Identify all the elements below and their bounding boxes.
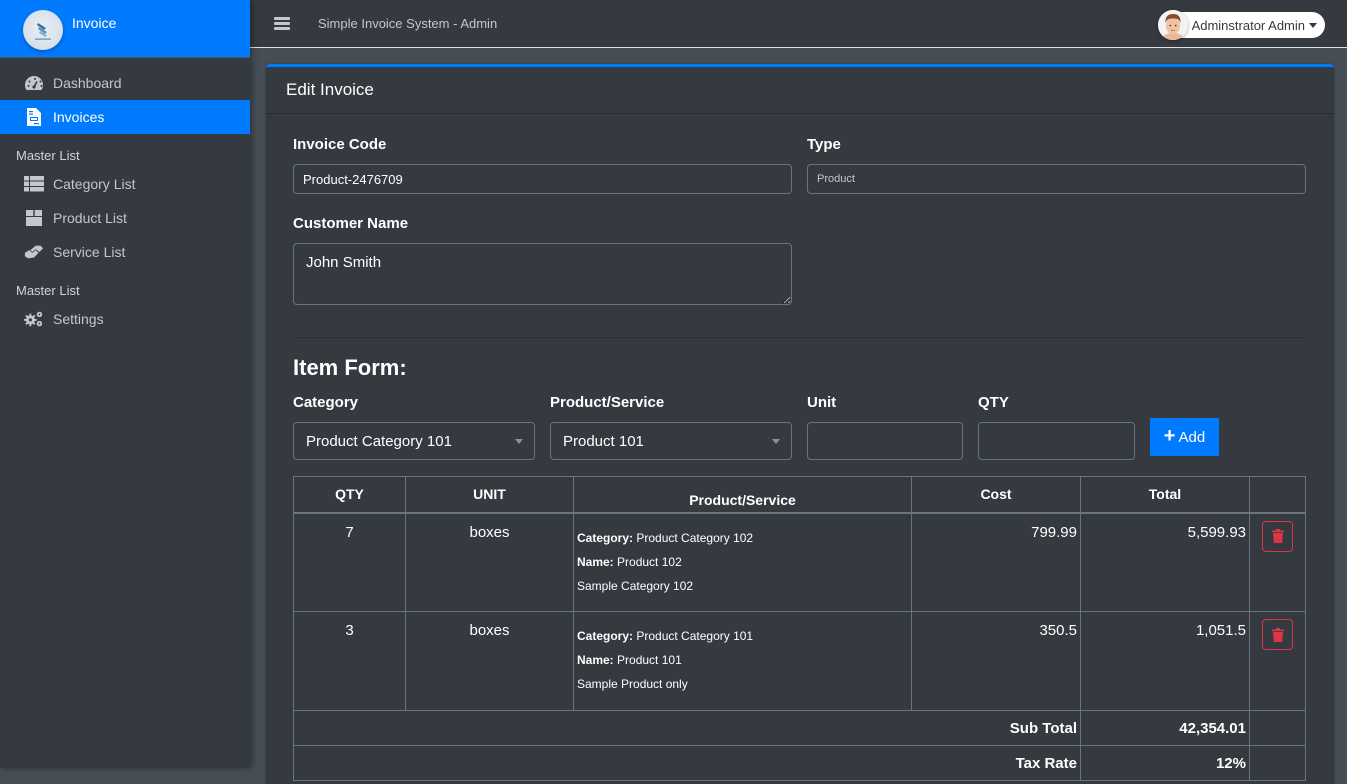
category-label: Category xyxy=(293,394,359,411)
sidebar-item-category-list[interactable]: Category List xyxy=(0,167,250,201)
delete-item-button[interactable] xyxy=(1262,520,1293,552)
trash-icon xyxy=(1271,529,1284,543)
col-header-unit: UNIT xyxy=(405,476,574,514)
sidebar-item-settings[interactable]: Settings xyxy=(0,302,250,336)
subtotal-row: Sub Total 42,354.01 xyxy=(293,710,1306,746)
qty-input[interactable] xyxy=(978,422,1135,460)
sidebar: Invoice Dashboard Invoices Master List C… xyxy=(0,0,250,768)
cell-cost: 799.99 xyxy=(911,512,1081,612)
tax-rate-row: Tax Rate 12% xyxy=(293,745,1306,781)
subtotal-empty xyxy=(1249,710,1306,746)
sidebar-item-label: Product List xyxy=(53,210,127,226)
add-item-button[interactable]: + Add xyxy=(1150,418,1219,456)
product-description-line: Sample Product only xyxy=(577,677,688,691)
plus-icon: + xyxy=(1163,425,1176,447)
tachometer-icon xyxy=(24,73,44,93)
subtotal-label: Sub Total xyxy=(293,710,1081,746)
chevron-down-icon xyxy=(515,439,523,444)
sidebar-item-label: Service List xyxy=(53,244,126,260)
sidebar-item-label: Category List xyxy=(53,176,136,192)
unit-label: Unit xyxy=(807,394,837,411)
section-divider xyxy=(293,337,1307,338)
table-list-icon xyxy=(24,174,44,194)
cell-product-service: Category: Product Category 101 Name: Pro… xyxy=(573,611,912,711)
category-select-value: Product Category 101 xyxy=(306,432,452,450)
type-label: Type xyxy=(807,136,841,153)
col-header-cost: Cost xyxy=(911,476,1081,514)
type-input[interactable] xyxy=(807,164,1306,194)
product-name-line: Name: Product 102 xyxy=(577,554,682,569)
handshake-icon xyxy=(24,242,44,262)
sidebar-item-product-list[interactable]: Product List xyxy=(0,201,250,235)
product-category-line: Category: Product Category 102 xyxy=(577,530,754,545)
table-row: 7 boxes Category: Product Category 102 N… xyxy=(293,512,1306,612)
cell-unit: boxes xyxy=(405,512,574,612)
trash-icon xyxy=(1271,627,1284,642)
product-name-line: Name: Product 101 xyxy=(577,653,682,667)
cell-total: 1,051.5 xyxy=(1080,611,1250,711)
col-header-actions xyxy=(1249,476,1306,514)
table-row: 3 boxes Category: Product Category 101 N… xyxy=(293,611,1306,711)
product-select-value: Product 101 xyxy=(563,432,644,450)
logo-icon xyxy=(35,22,51,40)
app-title: Simple Invoice System - Admin xyxy=(318,16,498,31)
table-header-row: QTY UNIT Product/Service Cost Total xyxy=(293,476,1306,514)
item-form-title: Item Form: xyxy=(293,355,407,380)
edit-invoice-card: Edit Invoice Invoice Code Type Customer … xyxy=(266,64,1334,784)
qty-label: QTY xyxy=(978,394,1009,411)
box-icon xyxy=(24,208,44,228)
top-navbar: Simple Invoice System - Admin Adminstrat… xyxy=(250,0,1347,48)
cell-actions xyxy=(1249,611,1306,711)
sidebar-item-invoices[interactable]: Invoices xyxy=(0,100,250,134)
tax-rate-label: Tax Rate xyxy=(293,745,1081,781)
customer-name-textarea[interactable]: John Smith xyxy=(293,243,792,305)
caret-down-icon xyxy=(1309,22,1317,28)
product-description-line: Sample Category 102 xyxy=(577,578,694,593)
nav-header-master-list: Master List xyxy=(16,148,80,163)
cogs-icon xyxy=(24,309,44,329)
cell-cost: 350.5 xyxy=(911,611,1081,711)
sidebar-item-label: Settings xyxy=(53,311,104,327)
hamburger-menu-icon[interactable] xyxy=(274,17,290,30)
add-button-label: Add xyxy=(1178,428,1206,446)
customer-name-label: Customer Name xyxy=(293,215,409,232)
col-header-product-service: Product/Service xyxy=(573,476,912,514)
chevron-down-icon xyxy=(772,439,780,444)
cell-actions xyxy=(1249,512,1306,612)
cell-unit: boxes xyxy=(405,611,574,711)
brand-logo xyxy=(23,9,63,50)
sidebar-item-service-list[interactable]: Service List xyxy=(0,235,250,269)
avatar xyxy=(1157,10,1188,40)
nav-header-master-list-2: Master List xyxy=(16,283,80,298)
cell-qty: 3 xyxy=(293,611,406,711)
product-service-label: Product/Service xyxy=(550,394,665,411)
sidebar-item-label: Dashboard xyxy=(53,75,122,91)
col-header-total: Total xyxy=(1080,476,1250,514)
invoice-code-label: Invoice Code xyxy=(293,136,387,153)
user-menu-dropdown[interactable]: Adminstrator Admin xyxy=(1157,10,1325,40)
brand-link[interactable]: Invoice xyxy=(0,0,250,58)
product-service-select[interactable]: Product 101 xyxy=(550,422,792,460)
unit-input[interactable] xyxy=(807,422,963,460)
card-title: Edit Invoice xyxy=(266,67,1334,114)
cell-product-service: Category: Product Category 102 Name: Pro… xyxy=(573,512,912,612)
sidebar-item-label: Invoices xyxy=(53,109,105,125)
brand-text: Invoice xyxy=(72,14,117,31)
sidebar-nav: Dashboard Invoices Master List Category … xyxy=(0,58,250,336)
subtotal-value: 42,354.01 xyxy=(1080,710,1250,746)
cell-total: 5,599.93 xyxy=(1080,512,1250,612)
sidebar-item-dashboard[interactable]: Dashboard xyxy=(0,66,250,100)
cell-qty: 7 xyxy=(293,512,406,612)
category-select[interactable]: Product Category 101 xyxy=(293,422,535,460)
user-name: Adminstrator Admin xyxy=(1191,17,1305,33)
col-header-qty: QTY xyxy=(293,476,406,514)
file-invoice-icon xyxy=(24,107,44,127)
invoice-code-input[interactable] xyxy=(293,164,792,194)
delete-item-button[interactable] xyxy=(1262,619,1293,650)
tax-rate-value: 12% xyxy=(1080,745,1250,781)
product-category-line: Category: Product Category 101 xyxy=(577,629,754,643)
tax-rate-empty xyxy=(1249,745,1306,781)
items-table: QTY UNIT Product/Service Cost Total 7 bo… xyxy=(293,476,1306,781)
